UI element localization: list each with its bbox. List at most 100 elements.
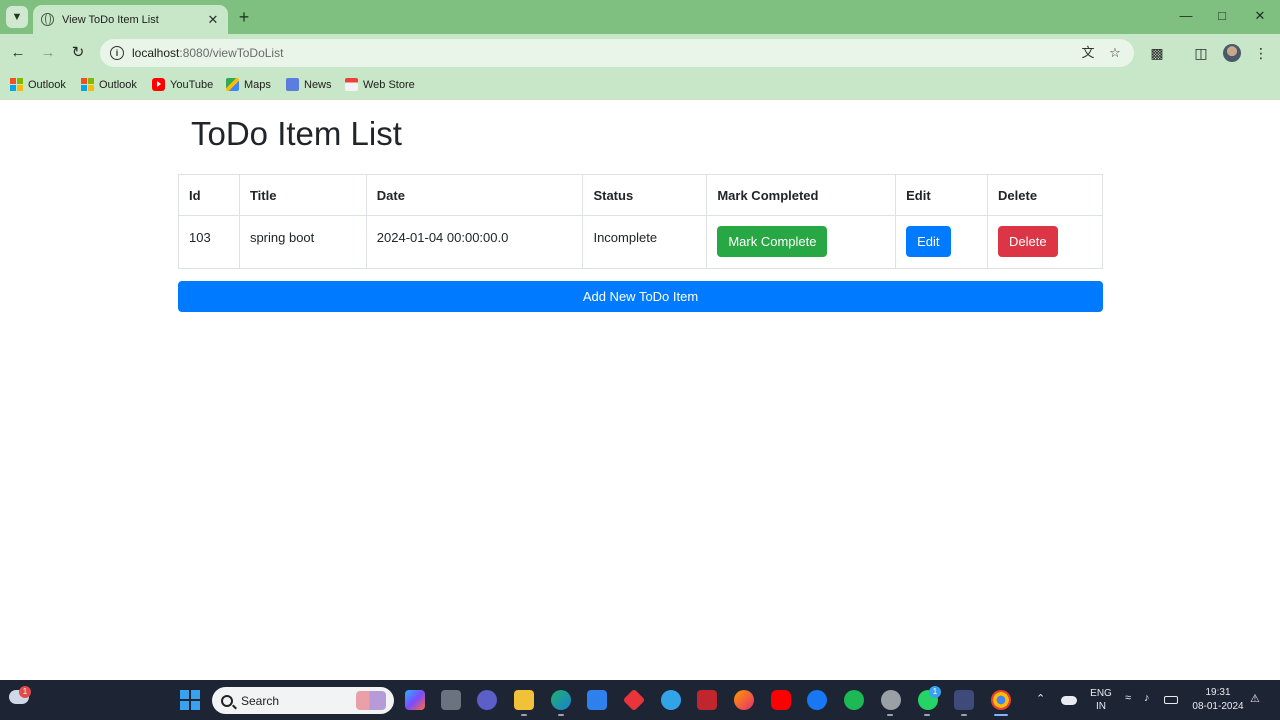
bookmark-outlook-2[interactable]: Outlook [81,78,137,91]
browser-toolbar: ← → ↻ i localhost:8080/viewToDoList 文 ☆ … [0,34,1280,72]
close-tab-icon[interactable]: ✕ [206,12,220,28]
volume-icon[interactable]: ♪ [1144,692,1150,704]
bookmark-outlook-1[interactable]: Outlook [10,78,66,91]
firefox-icon[interactable] [734,690,754,710]
address-bar[interactable]: i localhost:8080/viewToDoList 文 ☆ [100,39,1134,67]
running-indicator [521,714,527,716]
maximize-button[interactable]: □ [1212,6,1232,26]
taskbar: Search ⌃ ENG IN ≈ ♪ 19:31 08-01-2024 ⚠ [0,680,1280,720]
active-indicator [994,714,1008,716]
add-new-todo-button[interactable]: Add New ToDo Item [178,281,1103,312]
bookmark-star-icon[interactable]: ☆ [1107,45,1123,61]
edge-browser-icon[interactable] [551,690,571,710]
battery-icon[interactable] [1164,696,1178,704]
close-icon: ✕ [1254,8,1266,23]
file-explorer-icon[interactable] [514,690,534,710]
column-header-edit: Edit [895,174,989,216]
profile-avatar[interactable] [1223,44,1241,62]
chevron-down-icon: ▼ [11,11,23,23]
language-indicator[interactable]: ENG IN [1088,687,1114,713]
running-indicator [558,714,564,716]
taskbar-search-input[interactable]: Search [212,687,394,714]
edit-button[interactable]: Edit [906,226,951,257]
column-header-mark-completed: Mark Completed [706,174,897,216]
youtube-icon [152,78,165,91]
weather-badge: 1 [19,686,31,698]
reload-icon: ↻ [71,44,85,61]
bookmark-news[interactable]: News [286,78,332,91]
side-panel-icon[interactable]: ◫ [1191,43,1211,63]
taskbar-clock[interactable]: 19:31 08-01-2024 [1188,686,1248,714]
whatsapp-badge: 1 [929,686,941,698]
copilot-app-icon[interactable] [405,690,425,710]
back-button[interactable]: ← [8,43,28,63]
windows-icon [10,78,23,91]
column-header-delete: Delete [987,174,1103,216]
maximize-icon: □ [1218,8,1226,23]
todo-table: Id Title Date Status Mark Completed Edit… [178,174,1103,269]
menu-kebab-icon[interactable]: ⋮ [1251,43,1271,63]
plus-icon: + [238,7,250,27]
table-header-row: Id Title Date Status Mark Completed Edit… [178,174,1103,216]
search-highlight-icon [356,691,386,710]
youtube-app-icon[interactable] [771,690,791,710]
cell-status: Incomplete [582,215,708,269]
spotify-icon[interactable] [844,690,864,710]
bookmark-label: YouTube [170,78,214,91]
column-header-title: Title [238,174,367,216]
column-header-status: Status [582,174,708,216]
table-row: 103 spring boot 2024-01-04 00:00:00.0 In… [178,215,1103,269]
windows-start-icon[interactable] [180,690,200,710]
browser-app-icon[interactable] [661,690,681,710]
bookmark-web-store[interactable]: Web Store [345,78,415,91]
extensions-puzzle-icon[interactable]: ▩ [1147,43,1167,63]
column-header-date: Date [365,174,584,216]
running-indicator [924,714,930,716]
tab-title: View ToDo Item List [62,13,159,26]
taskbar-search-label: Search [241,693,280,708]
new-tab-button[interactable]: + [235,7,253,27]
windows-icon [81,78,94,91]
web-store-icon [345,78,358,91]
notification-bell-icon[interactable]: ⚠ [1250,692,1260,705]
bookmark-label: News [304,78,332,91]
teams-chat-icon[interactable] [477,690,497,710]
microsoft-store-icon[interactable] [587,690,607,710]
bookmark-label: Outlook [28,78,66,91]
mark-complete-button[interactable]: Mark Complete [717,226,828,257]
tab-search-button[interactable]: ▼ [6,6,28,28]
wifi-icon[interactable]: ≈ [1125,692,1131,704]
tab-view-todo-list[interactable]: View ToDo Item List ✕ [33,5,228,34]
task-view-icon[interactable] [441,690,461,710]
bookmarks-bar: Outlook Outlook YouTube Maps News Web St… [0,72,1280,100]
cell-date: 2024-01-04 00:00:00.0 [365,215,584,269]
bookmark-maps[interactable]: Maps [226,78,271,91]
url-host: localhost [132,46,180,60]
clock-date: 08-01-2024 [1192,701,1244,712]
site-info-icon[interactable]: i [110,46,124,60]
bookmark-label: Maps [244,78,271,91]
cell-edit: Edit [895,215,989,269]
globe-icon [41,13,54,26]
bookmark-label: Outlook [99,78,137,91]
reload-button[interactable]: ↻ [68,43,88,63]
app-window-icon[interactable] [954,690,974,710]
settings-gear-icon[interactable] [881,690,901,710]
arrow-left-icon: ← [10,44,26,61]
chevron-up-icon[interactable]: ⌃ [1036,692,1045,705]
url-path: :8080/viewToDoList [179,46,284,60]
minimize-icon: — [1179,8,1193,23]
mcafee-icon[interactable] [697,690,717,710]
forward-button[interactable]: → [38,43,58,63]
diamond-app-icon[interactable] [622,688,646,712]
translate-icon[interactable]: 文 [1080,45,1096,61]
arrow-right-icon: → [40,44,56,61]
onedrive-cloud-icon[interactable] [1061,696,1077,705]
chrome-icon[interactable] [991,690,1011,710]
facebook-icon[interactable] [807,690,827,710]
close-window-button[interactable]: ✕ [1250,6,1270,26]
delete-button[interactable]: Delete [998,226,1058,257]
bookmark-youtube[interactable]: YouTube [152,78,213,91]
region-code: IN [1096,701,1106,712]
minimize-button[interactable]: — [1176,6,1196,26]
